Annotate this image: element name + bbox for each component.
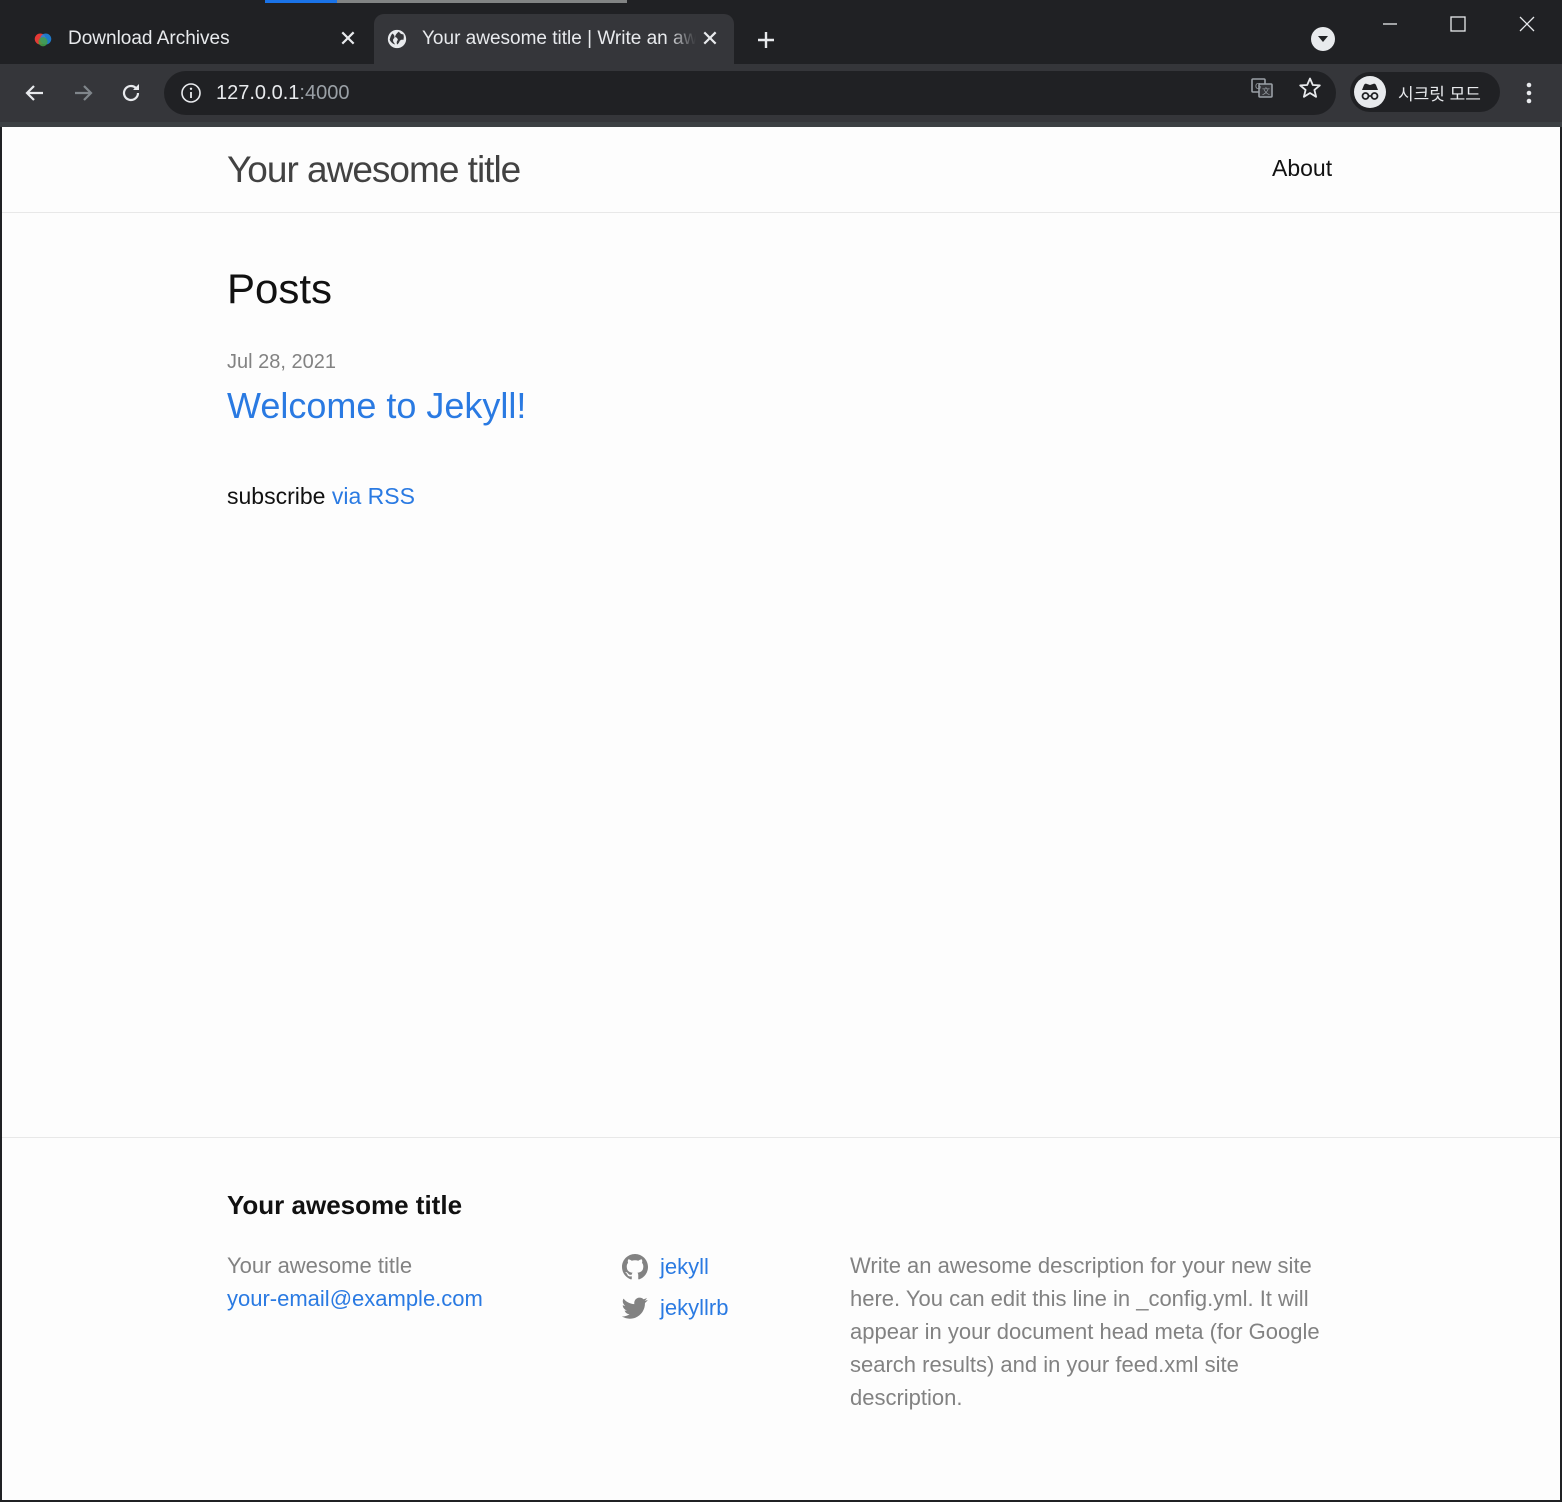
page-heading: Posts <box>227 265 333 312</box>
loading-indicator-track <box>337 0 627 3</box>
rss-prefix: subscribe <box>227 483 326 509</box>
incognito-icon <box>1354 76 1386 108</box>
tab-search-button[interactable] <box>1311 27 1335 51</box>
url-text: 127.0.0.1:4000 <box>216 82 349 105</box>
browser-menu-button[interactable] <box>1514 76 1544 110</box>
site-description: Write an awesome description for your ne… <box>850 1253 1320 1410</box>
url-host: 127.0.0.1 <box>216 81 300 104</box>
url-port: :4000 <box>299 81 350 104</box>
site-footer: Your awesome title Your awesome title yo… <box>2 1137 1560 1500</box>
site-title-link[interactable]: Your awesome title <box>227 149 521 191</box>
maximize-button[interactable] <box>1436 8 1480 40</box>
incognito-indicator[interactable]: 시크릿 모드 <box>1350 72 1500 112</box>
translate-icon: G 文 <box>1251 78 1273 98</box>
svg-text:G: G <box>1255 82 1261 91</box>
tab-download-archives[interactable]: Download Archives ✕ <box>20 14 372 64</box>
loading-indicator <box>265 0 337 3</box>
tab-close-icon[interactable]: ✕ <box>334 25 362 53</box>
browser-toolbar: 127.0.0.1:4000 G 文 시크릿 모드 <box>0 64 1562 122</box>
translate-button[interactable]: G 文 <box>1248 74 1276 102</box>
post-date: Jul 28, 2021 <box>227 351 336 373</box>
footer-email-link[interactable]: your-email@example.com <box>227 1282 483 1315</box>
tab-title: Download Archives <box>68 28 230 49</box>
arrow-right-icon <box>75 85 93 101</box>
tab-your-awesome-title[interactable]: Your awesome title | Write an awesome de… <box>374 14 734 64</box>
tab-title: Your awesome title | Write an awesome de… <box>422 28 696 50</box>
chevron-down-icon <box>1318 36 1328 42</box>
social-links: jekyll jekyllrb <box>622 1246 728 1328</box>
star-icon <box>1299 77 1321 98</box>
nav-about-link[interactable]: About <box>1272 155 1332 182</box>
more-vertical-icon <box>1526 82 1532 104</box>
github-icon <box>622 1253 648 1279</box>
bookmark-button[interactable] <box>1296 74 1324 102</box>
plus-icon <box>758 32 774 48</box>
address-bar[interactable]: 127.0.0.1:4000 <box>164 71 1336 115</box>
reload-icon <box>122 84 140 102</box>
svg-text:文: 文 <box>1262 86 1270 96</box>
minimize-icon <box>1383 23 1397 25</box>
social-item-github: jekyll <box>622 1246 728 1287</box>
footer-name: Your awesome title <box>227 1253 413 1278</box>
reload-button[interactable] <box>114 76 148 110</box>
minimize-button[interactable] <box>1368 8 1412 40</box>
twitter-link[interactable]: jekyllrb <box>660 1295 728 1321</box>
tab-strip: Download Archives ✕ Your awesome title |… <box>0 0 1562 64</box>
social-item-twitter: jekyllrb <box>622 1287 728 1328</box>
github-link[interactable]: jekyll <box>660 1254 709 1280</box>
twitter-icon <box>622 1297 648 1319</box>
rss-link[interactable]: via RSS <box>332 483 415 509</box>
close-icon <box>1519 16 1535 32</box>
arrow-left-icon <box>25 85 43 101</box>
maximize-icon <box>1450 16 1466 32</box>
footer-contact: Your awesome title your-email@example.co… <box>227 1249 483 1315</box>
close-window-button[interactable] <box>1505 8 1549 40</box>
page-viewport: Your awesome title About Posts Jul 28, 2… <box>2 127 1560 1500</box>
site-header: Your awesome title About <box>2 127 1560 213</box>
incognito-label: 시크릿 모드 <box>1398 84 1481 104</box>
footer-heading: Your awesome title <box>227 1190 463 1220</box>
info-icon[interactable] <box>180 82 202 104</box>
rss-subscribe: subscribe via RSS <box>227 483 415 510</box>
tab-close-icon[interactable]: ✕ <box>696 25 724 53</box>
back-button[interactable] <box>18 76 52 110</box>
new-tab-button[interactable] <box>750 24 782 56</box>
app-favicon-icon <box>34 33 52 47</box>
forward-button[interactable] <box>66 76 100 110</box>
post-title-link[interactable]: Welcome to Jekyll! <box>227 385 526 427</box>
globe-icon <box>387 29 407 49</box>
